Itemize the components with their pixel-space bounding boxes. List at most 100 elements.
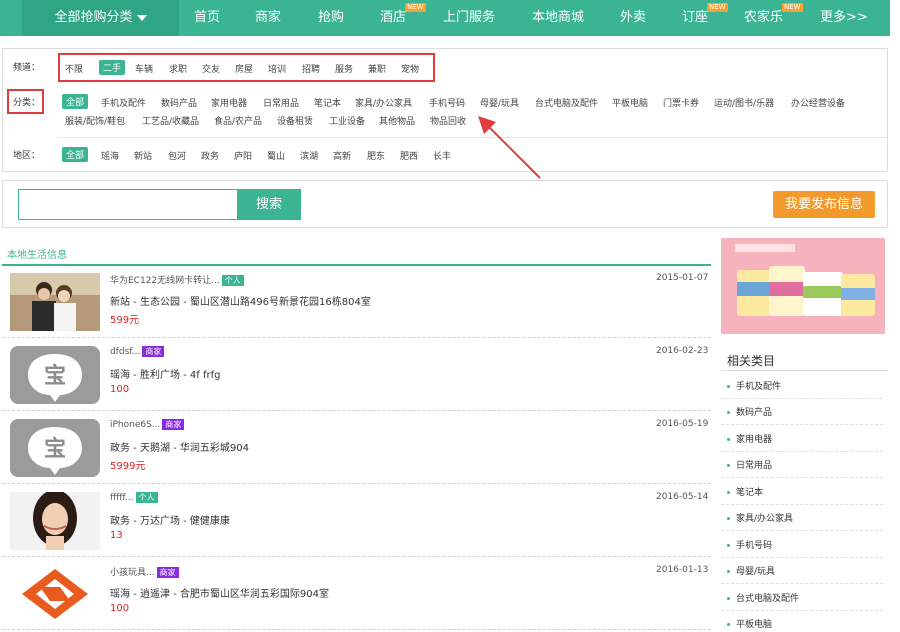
- sidebar-item-baby-toys[interactable]: 母婴/玩具: [727, 564, 775, 577]
- nav-item-home-service[interactable]: 上门服务: [443, 0, 495, 36]
- channel-option-selected[interactable]: 二手: [99, 60, 126, 75]
- item-title-text[interactable]: 小孩玩具...: [110, 568, 155, 578]
- category-option[interactable]: 手机及配件: [101, 96, 146, 109]
- category-option[interactable]: 手机号码: [429, 96, 465, 109]
- nav-item-farmhouse[interactable]: 农家乐: [744, 0, 783, 36]
- area-option[interactable]: 庐阳: [234, 149, 252, 162]
- nav-item-local-mall[interactable]: 本地商城: [532, 0, 584, 36]
- area-option[interactable]: 滨湖: [300, 149, 318, 162]
- channel-option[interactable]: 房屋: [235, 62, 253, 75]
- channel-option[interactable]: 招聘: [302, 62, 320, 75]
- sidebar-item-desktop[interactable]: 台式电脑及配件: [727, 591, 799, 604]
- category-option[interactable]: 日常用品: [263, 96, 299, 109]
- area-option[interactable]: 包河: [168, 149, 186, 162]
- bao-logo-thumbnail[interactable]: 宝: [10, 346, 100, 404]
- sidebar-item-furniture[interactable]: 家具/办公家具: [727, 511, 793, 524]
- category-option[interactable]: 平板电脑: [612, 96, 648, 109]
- sidebar-item-phones[interactable]: 手机及配件: [727, 379, 781, 392]
- category-option-selected[interactable]: 全部: [62, 94, 89, 109]
- list-item[interactable]: 宝 dfdsf... 商家 瑶海 - 胜利广场 - 4f frfg 100 201…: [2, 339, 711, 411]
- item-title-text[interactable]: fffff...: [110, 493, 134, 503]
- area-option-selected[interactable]: 全部: [62, 147, 89, 162]
- channel-option[interactable]: 车辆: [135, 62, 153, 75]
- sidebar-item-phone-number[interactable]: 手机号码: [727, 538, 772, 551]
- nav-item-hotel[interactable]: 酒店: [380, 0, 406, 36]
- area-option[interactable]: 蜀山: [267, 149, 285, 162]
- item-title-text[interactable]: dfdsf...: [110, 347, 140, 357]
- item-title[interactable]: dfdsf... 商家: [110, 346, 165, 357]
- sidebar-item-label[interactable]: 日常用品: [736, 461, 772, 471]
- category-option[interactable]: 设备租赁: [277, 114, 313, 127]
- category-option[interactable]: 数码产品: [161, 96, 197, 109]
- woman-photo-thumbnail[interactable]: [10, 492, 100, 550]
- list-item[interactable]: 宝 iPhone6S... 商家 政务 - 天鹅湖 - 华润五彩城904 5999…: [2, 412, 711, 484]
- nav-item-takeout[interactable]: 外卖: [620, 0, 646, 36]
- nav-item-reservation[interactable]: 订座: [682, 0, 708, 36]
- category-option[interactable]: 台式电脑及配件: [535, 96, 598, 109]
- category-option[interactable]: 母婴/玩具: [480, 96, 519, 109]
- category-option[interactable]: 工艺品/收藏品: [142, 114, 199, 127]
- bao-logo-thumbnail[interactable]: 宝: [10, 419, 100, 477]
- category-option[interactable]: 食品/农产品: [214, 114, 262, 127]
- sidebar-item-label[interactable]: 手机号码: [736, 541, 772, 551]
- milk-powder-ad-banner[interactable]: [721, 238, 885, 334]
- all-categories-dropdown[interactable]: 全部抢购分类: [22, 0, 179, 36]
- item-title-text[interactable]: iPhone6S...: [110, 420, 160, 430]
- category-option[interactable]: 门票卡券: [663, 96, 699, 109]
- list-item[interactable]: 小孩玩具... 商家 瑶海 - 逍遥津 - 合肥市蜀山区华润五彩国际904室 10…: [2, 558, 711, 630]
- item-title[interactable]: 小孩玩具... 商家: [110, 565, 179, 578]
- category-option[interactable]: 运动/图书/乐器: [714, 96, 774, 109]
- area-option[interactable]: 肥西: [400, 149, 418, 162]
- channel-option[interactable]: 宠物: [401, 62, 419, 75]
- category-option[interactable]: 家具/办公家具: [355, 96, 412, 109]
- sidebar-item-digital[interactable]: 数码产品: [727, 405, 772, 418]
- category-option[interactable]: 工业设备: [329, 114, 365, 127]
- nav-item-flash-sale[interactable]: 抢购: [318, 0, 344, 36]
- search-input[interactable]: [18, 189, 238, 220]
- couple-photo-thumbnail[interactable]: [10, 273, 100, 331]
- sidebar-item-label[interactable]: 家用电器: [736, 435, 772, 445]
- channel-option[interactable]: 不限: [65, 62, 83, 75]
- channel-option[interactable]: 服务: [335, 62, 353, 75]
- nav-item-merchants[interactable]: 商家: [255, 0, 281, 36]
- item-title[interactable]: iPhone6S... 商家: [110, 419, 185, 430]
- sidebar-item-label[interactable]: 笔记本: [736, 488, 763, 498]
- item-title[interactable]: 华为EC122无线网卡转让... 个人: [110, 273, 244, 286]
- area-option[interactable]: 高新: [333, 149, 351, 162]
- area-option[interactable]: 新站: [134, 149, 152, 162]
- sidebar-item-appliances[interactable]: 家用电器: [727, 432, 772, 445]
- category-option[interactable]: 办公经营设备: [791, 96, 845, 109]
- category-option[interactable]: 家用电器: [211, 96, 247, 109]
- list-item[interactable]: 华为EC122无线网卡转让... 个人 新站 - 生态公园 - 蜀山区潜山路496…: [2, 266, 711, 338]
- sidebar-item-label[interactable]: 母婴/玩具: [736, 567, 775, 577]
- category-option[interactable]: 服装/配饰/鞋包: [65, 114, 125, 127]
- sidebar-item-label[interactable]: 家具/办公家具: [736, 514, 793, 524]
- sidebar-item-daily[interactable]: 日常用品: [727, 458, 772, 471]
- category-option[interactable]: 物品回收: [430, 114, 466, 127]
- area-option[interactable]: 瑶海: [101, 149, 119, 162]
- sidebar-item-label[interactable]: 数码产品: [736, 408, 772, 418]
- item-title-text[interactable]: 华为EC122无线网卡转让...: [110, 276, 220, 286]
- list-item[interactable]: fffff... 个人 政务 - 万达广场 - 健健康康 13 2016-05-1…: [2, 485, 711, 557]
- orange-logo-thumbnail[interactable]: [10, 565, 100, 623]
- publish-info-button[interactable]: 我要发布信息: [773, 191, 875, 218]
- sidebar-item-label[interactable]: 平板电脑: [736, 620, 772, 630]
- channel-option[interactable]: 交友: [202, 62, 220, 75]
- sidebar-item-label[interactable]: 手机及配件: [736, 382, 781, 392]
- sidebar-item-laptop[interactable]: 笔记本: [727, 485, 763, 498]
- category-option[interactable]: 笔记本: [314, 96, 341, 109]
- search-button[interactable]: 搜索: [237, 189, 301, 220]
- area-option[interactable]: 肥东: [367, 149, 385, 162]
- channel-option[interactable]: 求职: [169, 62, 187, 75]
- area-option[interactable]: 长丰: [433, 149, 451, 162]
- sidebar-item-label[interactable]: 台式电脑及配件: [736, 594, 799, 604]
- nav-item-more[interactable]: 更多>>: [820, 0, 868, 36]
- channel-option[interactable]: 培训: [268, 62, 286, 75]
- caret-down-icon: [136, 14, 147, 21]
- sidebar-item-tablet[interactable]: 平板电脑: [727, 617, 772, 630]
- nav-item-home[interactable]: 首页: [194, 0, 220, 36]
- channel-option[interactable]: 兼职: [368, 62, 386, 75]
- item-title[interactable]: fffff... 个人: [110, 492, 158, 503]
- category-option[interactable]: 其他物品: [379, 114, 415, 127]
- area-option[interactable]: 政务: [201, 149, 219, 162]
